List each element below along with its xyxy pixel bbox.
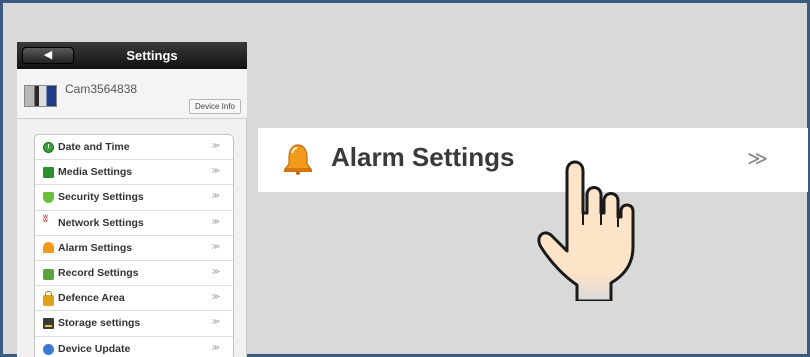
- camera-thumbnail: [24, 85, 57, 107]
- back-arrow-icon: ◀: [43, 49, 53, 61]
- page-title: Settings: [126, 48, 178, 63]
- menu-item-label: Alarm Settings: [58, 241, 133, 254]
- chevron-double-right-icon: ≫: [211, 266, 220, 276]
- chevron-double-right-icon: ≫: [747, 148, 768, 170]
- network-icon: [43, 214, 54, 228]
- menu-item-device-update[interactable]: Device Update ≫: [35, 337, 233, 357]
- update-icon: [43, 343, 54, 355]
- back-button[interactable]: ◀: [22, 47, 74, 64]
- menu-item-label: Defence Area: [58, 292, 125, 305]
- camera-row[interactable]: Cam3564838 Device Info: [17, 69, 247, 119]
- menu-item-alarm-settings[interactable]: Alarm Settings ≫: [35, 236, 233, 261]
- record-icon: [43, 268, 54, 280]
- title-bar: ◀ Settings: [17, 42, 247, 69]
- chevron-double-right-icon: ≫: [211, 292, 220, 302]
- menu-item-label: Device Update: [58, 343, 131, 356]
- menu-item-label: Network Settings: [58, 216, 144, 229]
- menu-item-label: Storage settings: [58, 317, 141, 330]
- chevron-double-right-icon: ≫: [211, 342, 220, 352]
- chevron-double-right-icon: ≫: [211, 166, 220, 176]
- menu-item-storage-settings[interactable]: Storage settings ≫: [35, 311, 233, 337]
- chevron-double-right-icon: ≫: [211, 141, 220, 150]
- menu-item-media-settings[interactable]: Media Settings ≫: [35, 160, 233, 186]
- shield-icon: [43, 191, 54, 203]
- menu-item-label: Date and Time: [58, 141, 130, 154]
- settings-panel: ◀ Settings Cam3564838 Device Info Date a…: [17, 42, 247, 357]
- settings-menu: Date and Time ≫ Media Settings ≫ Securit…: [34, 134, 234, 357]
- menu-item-record-settings[interactable]: Record Settings ≫: [35, 261, 233, 287]
- zoomed-row-label: Alarm Settings: [331, 142, 515, 172]
- media-icon: [43, 166, 54, 178]
- menu-item-network-settings[interactable]: Network Settings ≫: [35, 211, 233, 236]
- bell-icon: [43, 242, 54, 254]
- pointing-hand-icon: [537, 160, 635, 301]
- lock-icon: [43, 290, 54, 306]
- camera-name: Cam3564838: [65, 82, 138, 96]
- chevron-double-right-icon: ≫: [211, 216, 220, 226]
- clock-icon: [43, 141, 54, 153]
- device-info-button[interactable]: Device Info: [189, 99, 241, 114]
- menu-item-label: Security Settings: [58, 191, 144, 204]
- bell-icon: [283, 144, 313, 175]
- screenshot-frame: ◀ Settings Cam3564838 Device Info Date a…: [0, 0, 810, 357]
- storage-icon: [43, 317, 54, 329]
- menu-item-label: Media Settings: [58, 166, 133, 179]
- menu-item-defence-area[interactable]: Defence Area ≫: [35, 286, 233, 312]
- chevron-double-right-icon: ≫: [211, 191, 220, 201]
- chevron-double-right-icon: ≫: [211, 241, 220, 251]
- menu-item-label: Record Settings: [58, 267, 139, 280]
- menu-item-date-and-time[interactable]: Date and Time ≫: [35, 135, 233, 161]
- chevron-double-right-icon: ≫: [211, 317, 220, 327]
- menu-item-security-settings[interactable]: Security Settings ≫: [35, 185, 233, 211]
